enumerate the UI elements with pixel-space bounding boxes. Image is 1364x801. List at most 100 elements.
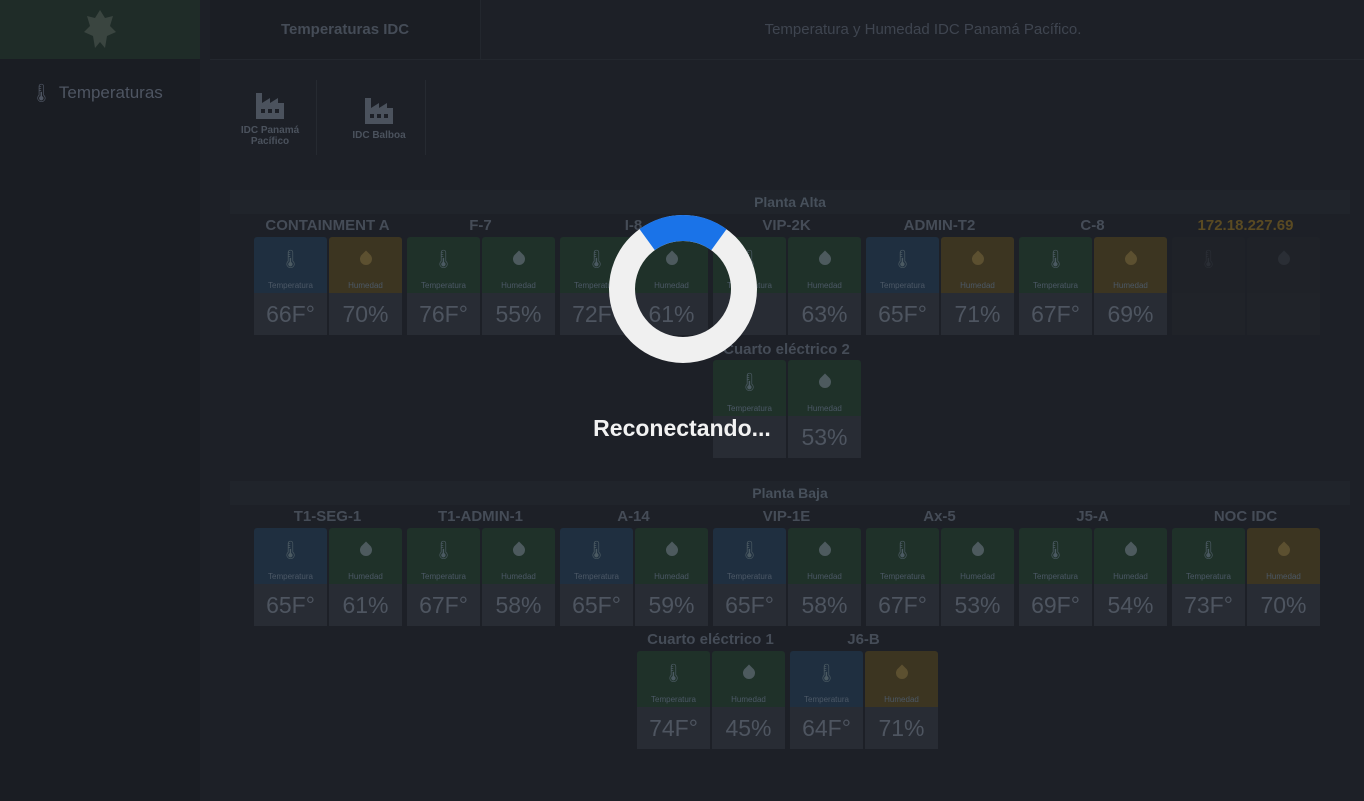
- humidity-tile[interactable]: Humedad 70%: [329, 237, 402, 335]
- tile-label: Temperatura: [268, 281, 313, 290]
- thermometer-icon: 🌡: [891, 249, 914, 269]
- water-drop-icon: [740, 664, 757, 682]
- humidity-tile[interactable]: Humedad 55%: [482, 237, 555, 335]
- humidity-value: 58%: [788, 584, 861, 626]
- temperature-tile[interactable]: 🌡 Temperatura 64F°: [790, 651, 863, 749]
- thermometer-icon: 🌡: [432, 540, 455, 560]
- humidity-tile[interactable]: Humedad 63%: [788, 237, 861, 335]
- temperature-value: 65F°: [866, 293, 939, 335]
- humidity-value: 55%: [482, 293, 555, 335]
- humidity-value: 71%: [865, 707, 938, 749]
- temperature-value: 69F°: [1019, 584, 1092, 626]
- humidity-tile[interactable]: Humedad 53%: [941, 528, 1014, 626]
- room-title: NOC IDC: [1213, 508, 1278, 525]
- temperature-value: 65F°: [254, 584, 327, 626]
- humidity-value: 54%: [1094, 584, 1167, 626]
- tile-label: Temperatura: [421, 572, 466, 581]
- humidity-value: 71%: [941, 293, 1014, 335]
- temperature-value: 74F°: [637, 707, 710, 749]
- tile-label: Humedad: [1266, 572, 1301, 581]
- tile-label: Humedad: [501, 281, 536, 290]
- sidebar-item-temperaturas[interactable]: 🌡 Temperaturas: [30, 78, 163, 108]
- thermometer-icon: 🌡: [30, 82, 53, 103]
- site-button-idc-balboa[interactable]: IDC Balboa: [333, 80, 426, 155]
- water-drop-icon: [357, 541, 374, 559]
- temperature-tile[interactable]: 🌡 Temperatura 67F°: [866, 528, 939, 626]
- section-planta-baja: Planta Baja: [230, 481, 1350, 505]
- temperature-value: 67F°: [407, 584, 480, 626]
- humidity-tile[interactable]: Humedad 61%: [329, 528, 402, 626]
- temperature-value: 65F°: [560, 584, 633, 626]
- site-label-line2: Pacífico: [250, 135, 290, 147]
- humidity-tile[interactable]: Humedad 69%: [1094, 237, 1167, 335]
- tile-label: Humedad: [1113, 281, 1148, 290]
- humidity-tile[interactable]: Humedad 53%: [788, 360, 861, 458]
- site-label-line1: IDC Balboa: [352, 130, 406, 141]
- temperature-tile[interactable]: 🌡 Temperatura 67F°: [407, 528, 480, 626]
- room-title: Ax-5: [923, 508, 956, 525]
- thermometer-icon: 🌡: [1197, 249, 1220, 269]
- humidity-tile[interactable]: Humedad 54%: [1094, 528, 1167, 626]
- thermometer-icon: 🌡: [662, 663, 685, 683]
- page-title: Temperatura y Humedad IDC Panamá Pacífic…: [764, 21, 1082, 38]
- tile-label: Humedad: [960, 281, 995, 290]
- tile-label: Temperatura: [880, 281, 925, 290]
- humidity-tile[interactable]: Humedad 45%: [712, 651, 785, 749]
- water-drop-icon: [969, 250, 986, 268]
- humidity-tile[interactable]: Humedad 71%: [865, 651, 938, 749]
- humidity-value: 45%: [712, 707, 785, 749]
- humidity-value: 70%: [329, 293, 402, 335]
- temperature-tile[interactable]: 🌡 Temperatura 69F°: [1019, 528, 1092, 626]
- water-drop-icon: [663, 541, 680, 559]
- temperature-tile-offline[interactable]: 🌡: [1172, 237, 1245, 335]
- water-drop-icon: [893, 664, 910, 682]
- temperature-tile[interactable]: 🌡 Temperatura 73F°: [1172, 528, 1245, 626]
- humidity-tile[interactable]: Humedad 58%: [482, 528, 555, 626]
- humidity-tile[interactable]: Humedad 59%: [635, 528, 708, 626]
- tile-label: Humedad: [348, 572, 383, 581]
- temperature-tile[interactable]: 🌡 Temperatura 74F°: [637, 651, 710, 749]
- tile-label: Temperatura: [1033, 572, 1078, 581]
- humidity-value: 61%: [329, 584, 402, 626]
- humidity-value: 58%: [482, 584, 555, 626]
- tile-label: Temperatura: [880, 572, 925, 581]
- humidity-value: 69%: [1094, 293, 1167, 335]
- loading-spinner: [609, 215, 757, 363]
- humidity-tile[interactable]: Humedad 70%: [1247, 528, 1320, 626]
- water-drop-icon: [816, 250, 833, 268]
- thermometer-icon: 🌡: [1197, 540, 1220, 560]
- temperature-tile[interactable]: 🌡 Temperatura 65F°: [254, 528, 327, 626]
- room-title: C-8: [1080, 217, 1105, 234]
- tile-label: Temperatura: [1186, 572, 1231, 581]
- reconnecting-label: Reconectando...: [593, 415, 771, 441]
- humidity-value: 59%: [635, 584, 708, 626]
- thermometer-icon: 🌡: [585, 540, 608, 560]
- section-planta-alta: Planta Alta: [230, 190, 1350, 214]
- humidity-value: 53%: [941, 584, 1014, 626]
- temperature-tile[interactable]: 🌡 Temperatura: [713, 360, 786, 458]
- room-title: Cuarto eléctrico 1: [647, 631, 774, 648]
- humidity-tile-offline[interactable]: [1247, 237, 1320, 335]
- humidity-tile[interactable]: Humedad 71%: [941, 237, 1014, 335]
- temperature-tile[interactable]: 🌡 Temperatura 65F°: [560, 528, 633, 626]
- room-title: J6-B: [847, 631, 880, 648]
- temperature-tile[interactable]: 🌡 Temperatura 76F°: [407, 237, 480, 335]
- tile-label: Humedad: [807, 404, 842, 413]
- factory-icon: [365, 98, 393, 124]
- tile-label: Humedad: [654, 572, 689, 581]
- temperature-value: [1172, 293, 1245, 335]
- temperature-tile[interactable]: 🌡 Temperatura 65F°: [713, 528, 786, 626]
- room-title: F-7: [469, 217, 492, 234]
- humidity-tile[interactable]: Humedad 58%: [788, 528, 861, 626]
- tab-temperaturas-idc[interactable]: Temperaturas IDC: [210, 0, 481, 59]
- temperature-tile[interactable]: 🌡 Temperatura 65F°: [866, 237, 939, 335]
- temperature-value: 73F°: [1172, 584, 1245, 626]
- temperature-tile[interactable]: 🌡 Temperatura 66F°: [254, 237, 327, 335]
- tile-label: Humedad: [1113, 572, 1148, 581]
- water-drop-icon: [510, 250, 527, 268]
- site-button-idc-panama-pacifico[interactable]: IDC Panamá Pacífico: [224, 80, 317, 155]
- room-title: CONTAINMENT A: [265, 217, 390, 234]
- thermometer-icon: 🌡: [432, 249, 455, 269]
- tile-label: Temperatura: [727, 572, 772, 581]
- temperature-tile[interactable]: 🌡 Temperatura 67F°: [1019, 237, 1092, 335]
